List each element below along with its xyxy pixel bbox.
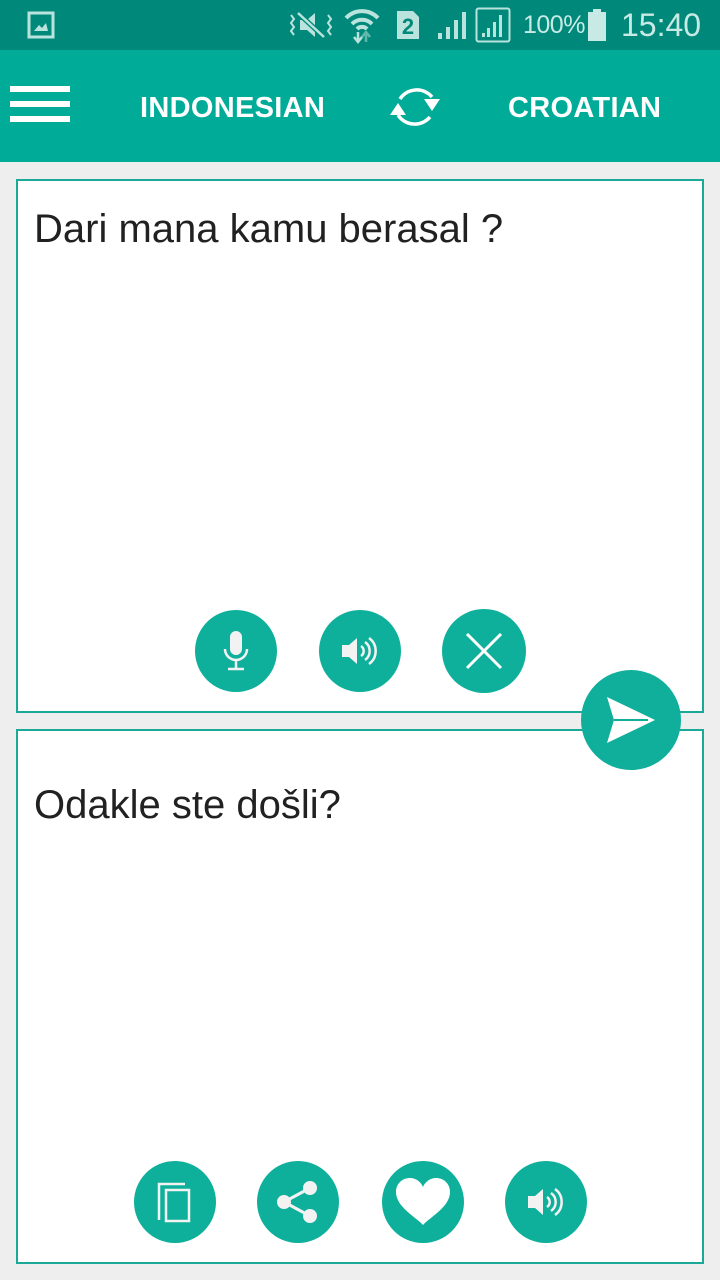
swap-languages-icon[interactable]: [380, 75, 450, 137]
speaker-icon: [342, 636, 377, 666]
copy-icon: [157, 1182, 191, 1223]
favorite-button[interactable]: [382, 1161, 464, 1243]
app-bar: INDONESIAN CROATIAN: [0, 50, 720, 162]
clear-button[interactable]: [442, 609, 526, 693]
translation-panel: Odakle ste došli?: [16, 729, 704, 1264]
translate-button[interactable]: [581, 670, 681, 770]
target-language-button[interactable]: CROATIAN: [508, 88, 661, 128]
speak-translation-button[interactable]: [505, 1161, 587, 1243]
gallery-icon: [27, 0, 55, 50]
signal-icon: [436, 0, 470, 50]
sim-2-icon: 2: [395, 0, 421, 50]
vibrate-mute-icon: [288, 0, 334, 50]
microphone-icon: [223, 631, 249, 671]
battery-percentage: 100%: [523, 10, 585, 39]
clock: 15:40: [621, 6, 702, 43]
battery-icon: [587, 0, 607, 50]
translation-text: Odakle ste došli?: [34, 783, 341, 827]
source-text-panel: Dari mana kamu berasal ?: [16, 179, 704, 713]
microphone-button[interactable]: [195, 610, 277, 692]
signal-icon-sim2: [475, 0, 511, 50]
hamburger-menu-icon[interactable]: [10, 82, 70, 128]
heart-icon: [396, 1178, 450, 1225]
share-button[interactable]: [257, 1161, 339, 1243]
share-icon: [277, 1181, 317, 1223]
wifi-icon: [344, 0, 380, 50]
send-icon: [607, 697, 655, 743]
speaker-icon: [528, 1187, 563, 1217]
copy-button[interactable]: [134, 1161, 216, 1243]
source-language-button[interactable]: INDONESIAN: [140, 88, 325, 128]
speak-source-button[interactable]: [319, 610, 401, 692]
source-text-input[interactable]: Dari mana kamu berasal ?: [34, 205, 686, 253]
svg-text:2: 2: [402, 14, 414, 39]
status-bar: 2 100% 15:40: [0, 0, 720, 50]
close-icon: [465, 632, 503, 670]
